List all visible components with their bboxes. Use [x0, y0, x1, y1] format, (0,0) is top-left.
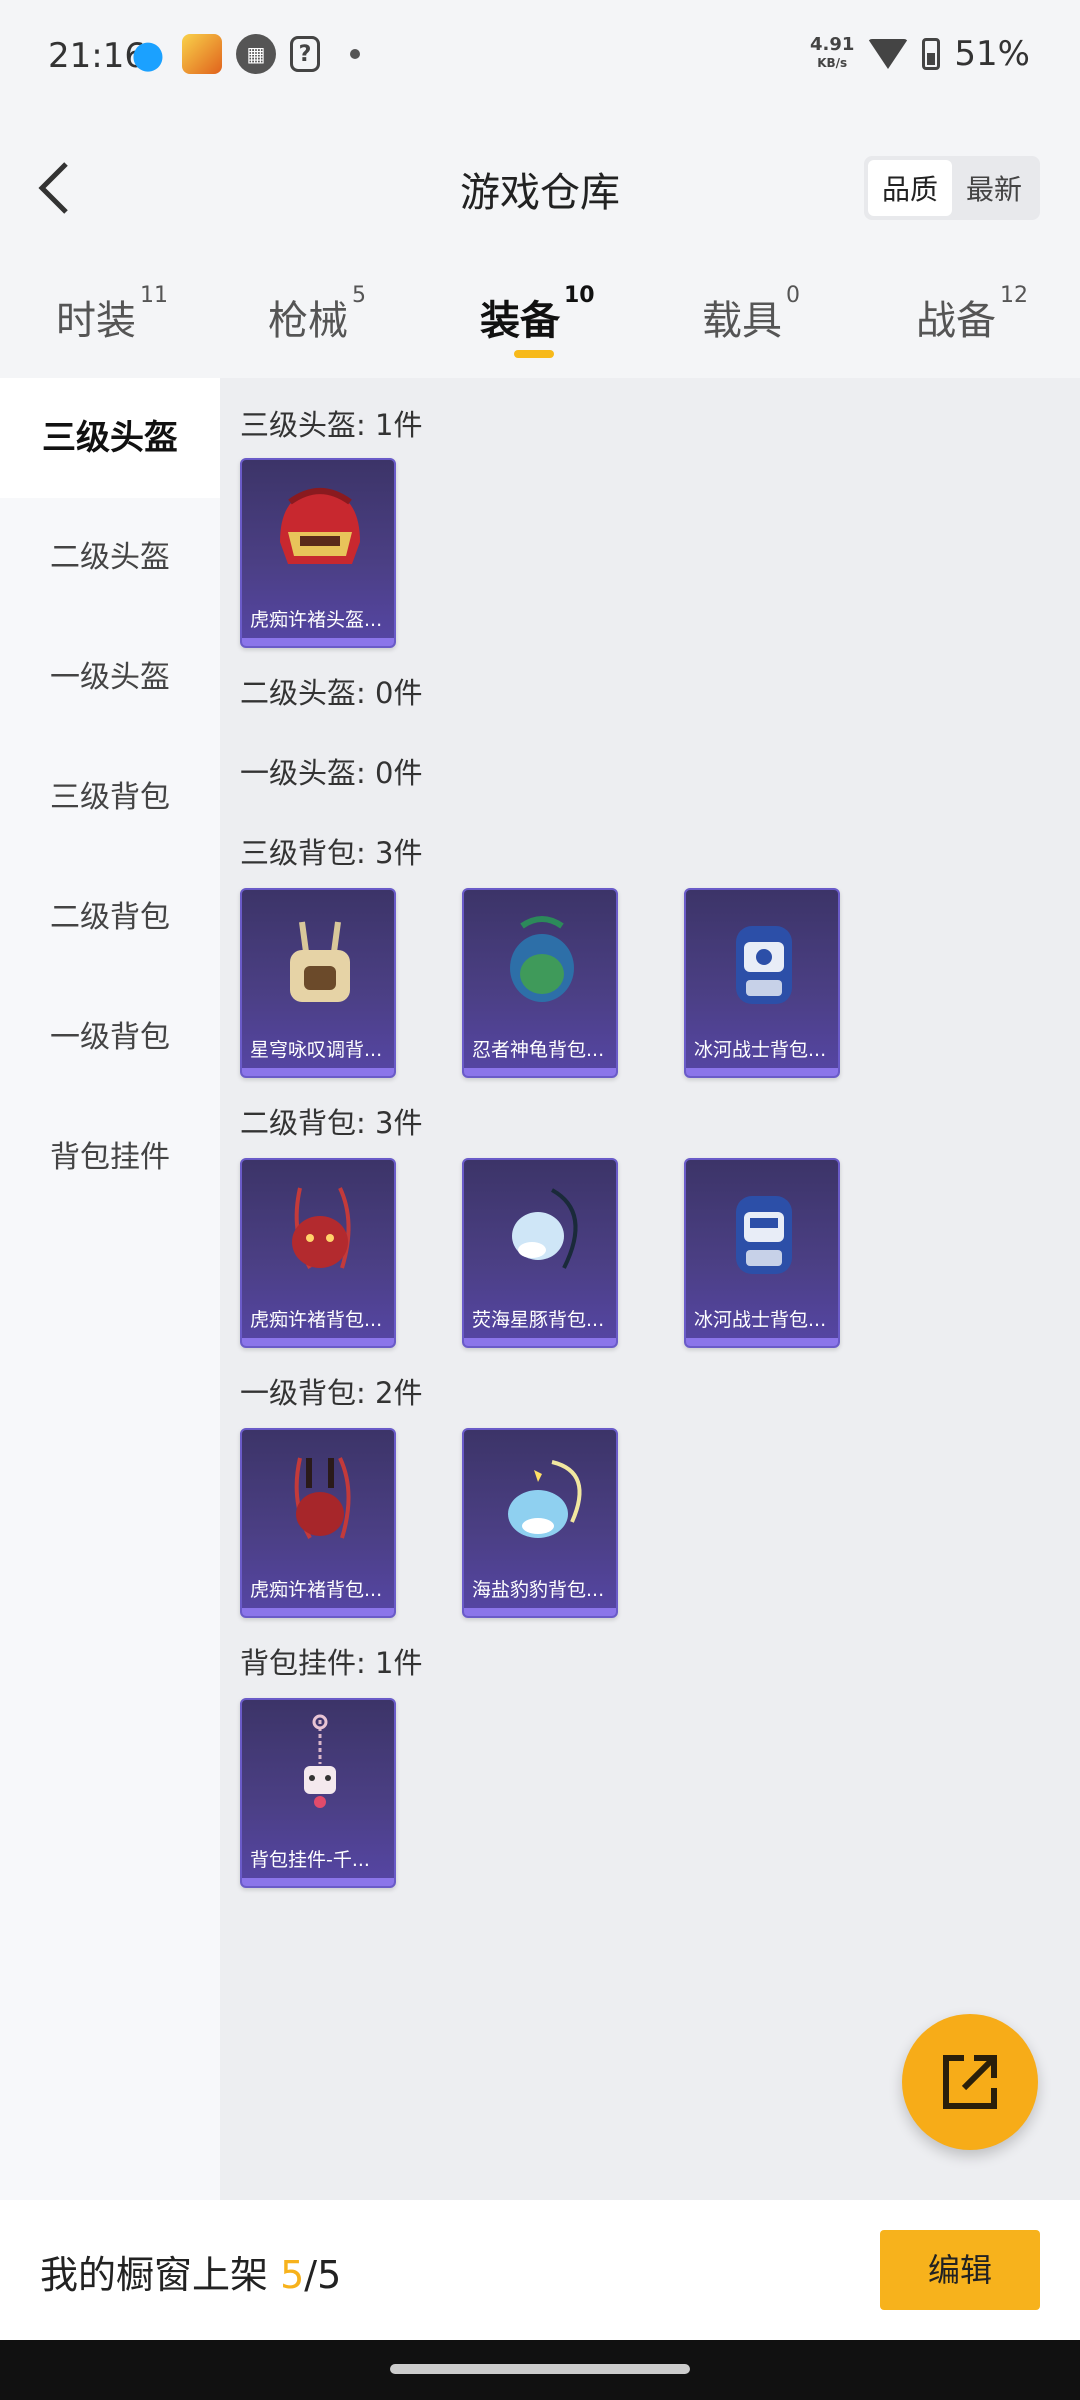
tab-count: 12	[1000, 282, 1028, 308]
battery-percent: 51%	[954, 34, 1030, 74]
system-navigation-bar	[0, 2340, 1080, 2400]
tab-fashion[interactable]: 时装11	[56, 283, 168, 346]
sort-option-quality[interactable]: 品质	[867, 160, 952, 216]
sidebar-item-level3-backpack[interactable]: 三级背包	[0, 738, 220, 858]
backpack-icon	[290, 921, 350, 1002]
share-button[interactable]	[902, 2014, 1038, 2150]
item-name: 荧海星豚背包...	[472, 1309, 605, 1331]
item-name: 星穹咏叹调背...	[250, 1039, 383, 1061]
tab-combat-gear[interactable]: 战备12	[916, 283, 1028, 346]
game-app-icon	[182, 34, 222, 74]
tab-firearms[interactable]: 枪械5	[268, 283, 366, 346]
charm-icon	[304, 1714, 336, 1808]
item-card[interactable]: 冰河战士背包...	[684, 1158, 840, 1348]
item-name: 虎痴许褚背包...	[250, 1579, 383, 1601]
item-card[interactable]: 海盐豹豹背包...	[462, 1428, 618, 1618]
tab-label: 载具	[702, 298, 782, 344]
header: 游戏仓库 品质 最新	[0, 140, 1080, 240]
showcase-current-count: 5	[280, 2253, 305, 2297]
sidebar-item-backpack-charm[interactable]: 背包挂件	[0, 1098, 220, 1218]
sort-option-newest[interactable]: 最新	[952, 160, 1036, 216]
backpack-icon	[736, 1196, 792, 1274]
tab-count: 10	[564, 282, 595, 308]
backpack-icon	[510, 916, 574, 1002]
external-link-icon	[943, 2055, 997, 2109]
battery-icon	[922, 38, 941, 70]
item-name: 虎痴许褚头盔...	[250, 609, 383, 631]
item-card[interactable]: 背包挂件-千...	[240, 1698, 396, 1888]
item-card[interactable]: 冰河战士背包...	[684, 888, 840, 1078]
backpack-icon	[294, 1457, 351, 1539]
status-system-icons: 4.91 KB/s 51%	[810, 34, 1030, 74]
item-name: 海盐豹豹背包...	[472, 1579, 605, 1601]
item-card[interactable]: 虎痴许褚头盔...	[240, 458, 396, 648]
network-speed: 4.91 KB/s	[810, 36, 854, 72]
item-card[interactable]: 虎痴许褚背包...	[240, 1158, 396, 1348]
tab-count: 11	[140, 282, 168, 308]
status-notification-icons: ● ▦ ?	[128, 32, 360, 76]
category-tabs: 时装11 枪械5 装备10 载具0 战备12	[0, 270, 1080, 370]
section-title: 一级背包: 2件	[240, 1376, 423, 1410]
calendar-icon: ▦	[236, 34, 276, 74]
sidebar-item-level1-helmet[interactable]: 一级头盔	[0, 618, 220, 738]
sidebar-item-level1-backpack[interactable]: 一级背包	[0, 978, 220, 1098]
sidebar-item-level2-helmet[interactable]: 二级头盔	[0, 498, 220, 618]
sort-toggle: 品质 最新	[863, 156, 1040, 220]
question-icon: ?	[290, 36, 320, 72]
section-title: 背包挂件: 1件	[240, 1646, 423, 1680]
tab-count: 5	[352, 282, 366, 308]
backpack-icon	[736, 926, 792, 1004]
active-tab-indicator	[514, 350, 554, 358]
section-title: 一级头盔: 0件	[240, 756, 423, 790]
tab-count: 0	[786, 282, 800, 308]
item-card[interactable]: 荧海星豚背包...	[462, 1158, 618, 1348]
tab-label: 时装	[56, 298, 136, 344]
sidebar-item-level2-backpack[interactable]: 二级背包	[0, 858, 220, 978]
item-list[interactable]: 三级头盔: 1件 虎痴许褚头盔... 二级头盔: 0件 一级头盔: 0件 三级背…	[220, 378, 1080, 2200]
qq-icon: ●	[131, 32, 165, 76]
network-speed-value: 4.91	[810, 34, 855, 55]
item-name: 背包挂件-千...	[250, 1849, 370, 1871]
item-card[interactable]: 星穹咏叹调背...	[240, 888, 396, 1078]
backpack-icon	[512, 1188, 578, 1269]
tab-label: 战备	[916, 298, 996, 344]
item-name: 虎痴许褚背包...	[250, 1309, 383, 1331]
sidebar: 三级头盔 二级头盔 一级头盔 三级背包 二级背包 一级背包 背包挂件	[0, 378, 220, 2200]
tab-vehicles[interactable]: 载具0	[702, 283, 800, 346]
section-title: 三级背包: 3件	[240, 836, 423, 870]
item-name: 冰河战士背包...	[694, 1309, 827, 1331]
helmet-icon	[280, 488, 360, 564]
home-indicator[interactable]	[390, 2364, 690, 2374]
wifi-icon	[868, 39, 909, 69]
tab-label: 装备	[480, 298, 560, 344]
more-notifications-dot-icon	[350, 49, 360, 59]
status-bar: 21:16 ● ▦ ? 4.91 KB/s 51%	[0, 0, 1080, 118]
section-title: 三级头盔: 1件	[240, 408, 423, 442]
item-name: 冰河战士背包...	[694, 1039, 827, 1061]
backpack-icon	[508, 1460, 582, 1538]
item-name: 忍者神龟背包...	[472, 1039, 605, 1061]
sidebar-item-level3-helmet[interactable]: 三级头盔	[0, 378, 220, 498]
backpack-icon	[292, 1187, 351, 1269]
section-title: 二级背包: 3件	[240, 1106, 423, 1140]
showcase-shelf-status: 我的橱窗上架 5/5	[40, 2244, 341, 2299]
showcase-label: 我的橱窗上架	[40, 2253, 269, 2297]
item-card[interactable]: 虎痴许褚背包...	[240, 1428, 396, 1618]
tab-equipment[interactable]: 装备10	[480, 283, 595, 346]
showcase-total-count: /5	[304, 2253, 342, 2297]
bottom-bar: 我的橱窗上架 5/5 编辑	[0, 2200, 1080, 2340]
tab-label: 枪械	[268, 298, 348, 344]
network-speed-unit: KB/s	[817, 56, 848, 70]
edit-button[interactable]: 编辑	[880, 2230, 1040, 2310]
item-card[interactable]: 忍者神龟背包...	[462, 888, 618, 1078]
section-title: 二级头盔: 0件	[240, 676, 423, 710]
